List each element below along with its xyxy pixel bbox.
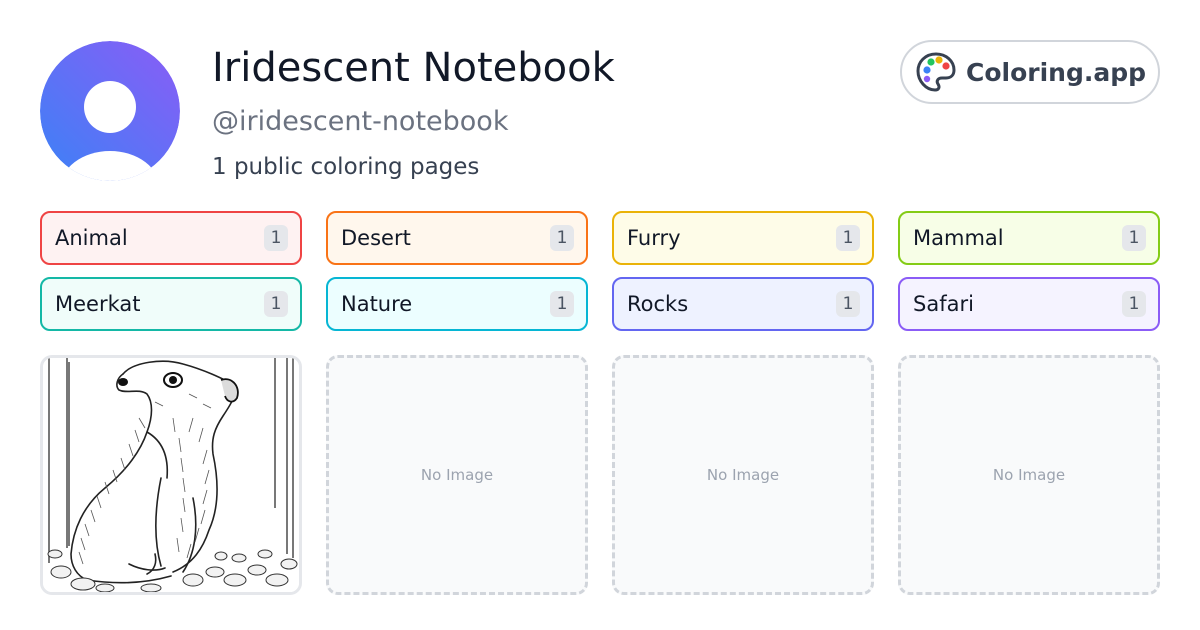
tag-count: 1 [550, 225, 574, 251]
brand-badge[interactable]: Coloring.app [900, 40, 1160, 104]
tag-count: 1 [836, 225, 860, 251]
tag-label: Animal [55, 226, 128, 250]
palette-icon [916, 52, 956, 92]
profile-card: Iridescent Notebook @iridescent-notebook… [0, 0, 1200, 630]
tag-count: 1 [1122, 225, 1146, 251]
pages-count: 1 public coloring pages [212, 154, 480, 180]
meerkat-drawing [43, 358, 299, 592]
brand-label: Coloring.app [966, 57, 1147, 87]
tag-label: Furry [627, 226, 681, 250]
tag-label: Desert [341, 226, 411, 250]
tag-count: 1 [264, 225, 288, 251]
tag-safari[interactable]: Safari 1 [898, 277, 1160, 331]
no-image-label: No Image [420, 466, 494, 484]
tag-meerkat[interactable]: Meerkat 1 [40, 277, 302, 331]
tag-label: Safari [913, 292, 974, 316]
coloring-page-thumbnail[interactable] [40, 355, 302, 595]
tag-label: Meerkat [55, 292, 141, 316]
empty-thumbnail: No Image [898, 355, 1160, 595]
empty-thumbnail: No Image [612, 355, 874, 595]
tag-desert[interactable]: Desert 1 [326, 211, 588, 265]
tag-count: 1 [1122, 291, 1146, 317]
no-image-label: No Image [706, 466, 780, 484]
tag-count: 1 [264, 291, 288, 317]
tag-furry[interactable]: Furry 1 [612, 211, 874, 265]
tag-label: Nature [341, 292, 413, 316]
tag-count: 1 [836, 291, 860, 317]
no-image-label: No Image [992, 466, 1066, 484]
tag-mammal[interactable]: Mammal 1 [898, 211, 1160, 265]
profile-handle: @iridescent-notebook [212, 106, 509, 137]
tag-label: Rocks [627, 292, 689, 316]
tag-count: 1 [550, 291, 574, 317]
tag-nature[interactable]: Nature 1 [326, 277, 588, 331]
user-avatar-icon [40, 41, 180, 181]
tag-animal[interactable]: Animal 1 [40, 211, 302, 265]
profile-name: Iridescent Notebook [212, 45, 615, 91]
empty-thumbnail: No Image [326, 355, 588, 595]
tag-rocks[interactable]: Rocks 1 [612, 277, 874, 331]
tag-label: Mammal [913, 226, 1004, 250]
